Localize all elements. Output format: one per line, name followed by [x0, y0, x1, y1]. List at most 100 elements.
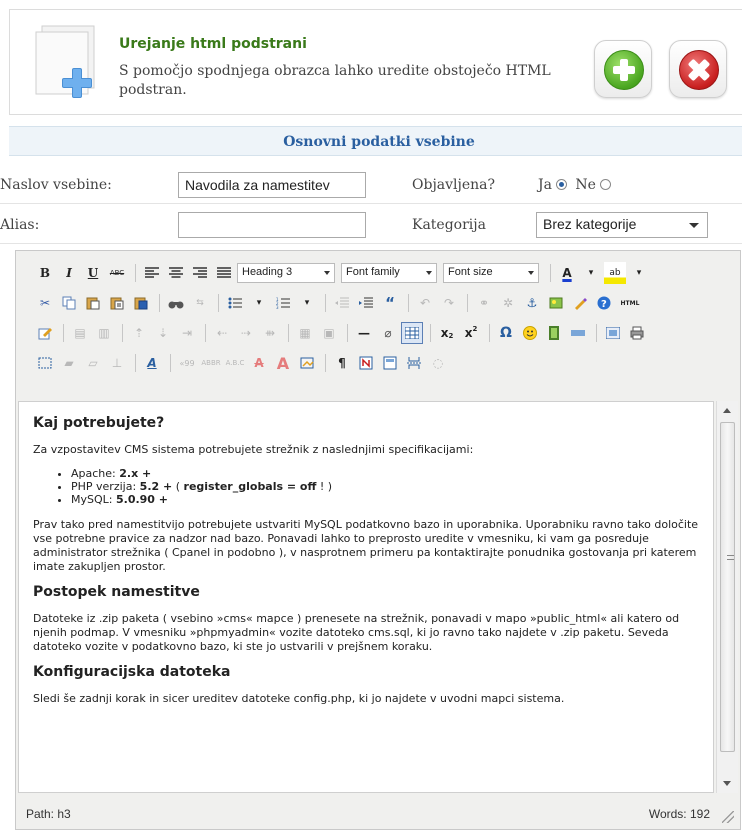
scroll-down-icon[interactable] — [723, 781, 731, 786]
delete-row-icon[interactable]: ⇥ — [176, 322, 198, 344]
attributes-icon[interactable] — [296, 352, 318, 374]
visual-aid-icon[interactable]: ◌ — [427, 352, 449, 374]
insert-layer-icon[interactable] — [34, 352, 56, 374]
superscript-icon[interactable]: x2 — [460, 322, 482, 344]
toolbar-separator — [347, 324, 348, 342]
remove-format-icon[interactable]: ⌀ — [377, 322, 399, 344]
bullet-list-icon[interactable] — [224, 292, 246, 314]
category-select[interactable]: Brez kategorije — [536, 212, 708, 238]
paste-icon[interactable] — [82, 292, 104, 314]
emoticon-icon[interactable] — [519, 322, 541, 344]
align-left-icon[interactable] — [141, 262, 163, 284]
media-icon[interactable] — [543, 322, 565, 344]
table-cell-props-icon[interactable]: ▥ — [93, 322, 115, 344]
html-source-button[interactable]: HTML — [617, 292, 643, 314]
element-path[interactable]: Path: h3 — [26, 807, 71, 821]
paste-text-icon[interactable] — [106, 292, 128, 314]
undo-icon[interactable]: ↶ — [414, 292, 436, 314]
add-button[interactable] — [594, 40, 652, 98]
anchor-icon[interactable]: ⚓ — [521, 292, 543, 314]
scroll-thumb[interactable] — [720, 422, 735, 752]
pagebreak-icon[interactable] — [403, 352, 425, 374]
unlink-icon[interactable]: ✲ — [497, 292, 519, 314]
special-char-icon[interactable]: Ω — [495, 322, 517, 344]
fullscreen-icon[interactable] — [602, 322, 624, 344]
list-item-value: 5.0.90 + — [115, 493, 169, 506]
form-row-title: Naslov vsebine: Objavljena? Ja Ne — [0, 166, 742, 204]
font-size-select[interactable]: Font size — [443, 263, 539, 283]
replace-icon[interactable]: ⇆ — [189, 292, 211, 314]
link-icon[interactable]: ⚭ — [473, 292, 495, 314]
align-center-icon[interactable] — [165, 262, 187, 284]
chevron-down-icon[interactable]: ▾ — [248, 292, 270, 314]
strikethrough-button[interactable]: ABC — [106, 262, 128, 284]
show-invisible-icon[interactable]: ¶ — [331, 352, 353, 374]
list-item: MySQL: 5.0.90 + — [71, 493, 699, 506]
chevron-down-icon[interactable]: ▾ — [296, 292, 318, 314]
redo-icon[interactable]: ↷ — [438, 292, 460, 314]
toolbar-separator — [159, 294, 160, 312]
find-icon[interactable] — [165, 292, 187, 314]
close-button[interactable] — [669, 40, 727, 98]
list-item: PHP verzija: 5.2 + ( register_globals = … — [71, 480, 699, 493]
insert-row-after-icon[interactable]: ⇣ — [152, 322, 174, 344]
editor-scrollbar[interactable] — [716, 401, 738, 793]
insert-col-after-icon[interactable]: ⇢ — [235, 322, 257, 344]
grip-icon — [727, 555, 734, 560]
abbr-icon[interactable]: ABBR — [200, 352, 222, 374]
font-family-select[interactable]: Font family — [341, 263, 437, 283]
toolbar-row-3: ▤ ▥ ⇡ ⇣ ⇥ ⇠ ⇢ ⇻ ▦ ▣ — ⌀ x2 x2 Ω — [34, 321, 650, 345]
indent-icon[interactable] — [355, 292, 377, 314]
deletion-icon[interactable]: A — [248, 352, 270, 374]
insert-row-before-icon[interactable]: ⇡ — [128, 322, 150, 344]
image-icon[interactable] — [545, 292, 567, 314]
align-right-icon[interactable] — [189, 262, 211, 284]
chevron-down-icon[interactable]: ▾ — [628, 262, 650, 284]
scroll-up-icon[interactable] — [723, 408, 731, 413]
highlight-color-icon[interactable]: ab — [604, 262, 626, 284]
table-row-props-icon[interactable]: ▤ — [69, 322, 91, 344]
block-format-select[interactable]: Heading 3 — [237, 263, 335, 283]
delete-col-icon[interactable]: ⇻ — [259, 322, 281, 344]
numbered-list-icon[interactable]: 123 — [272, 292, 294, 314]
copy-icon[interactable] — [58, 292, 80, 314]
nonbreaking-icon[interactable] — [355, 352, 377, 374]
paste-word-icon[interactable] — [130, 292, 152, 314]
absolute-position-icon[interactable]: ⊥ — [106, 352, 128, 374]
resize-handle-icon[interactable] — [722, 811, 734, 823]
chevron-down-icon[interactable]: ▾ — [580, 262, 602, 284]
italic-button[interactable]: I — [58, 262, 80, 284]
radio-yes[interactable] — [555, 178, 567, 190]
published-radio-group: Ja Ne — [538, 166, 615, 204]
outdent-icon[interactable] — [331, 292, 353, 314]
underline-button[interactable]: U — [82, 262, 104, 284]
cleanup-icon[interactable] — [569, 292, 591, 314]
edit-icon[interactable] — [34, 322, 56, 344]
align-justify-icon[interactable] — [213, 262, 235, 284]
template-icon[interactable] — [379, 352, 401, 374]
acronym-icon[interactable]: A.B.C — [224, 352, 246, 374]
insertion-icon[interactable]: A — [272, 352, 294, 374]
help-icon[interactable]: ? — [593, 292, 615, 314]
horizontal-rule-icon[interactable]: — — [353, 322, 375, 344]
radio-no[interactable] — [599, 178, 611, 190]
merge-cells-icon[interactable]: ▣ — [318, 322, 340, 344]
editor-content[interactable]: Kaj potrebujete? Za vzpostavitev CMS sis… — [18, 401, 714, 793]
move-backward-icon[interactable]: ▱ — [82, 352, 104, 374]
list-item-note-bold: register_globals = off — [183, 480, 317, 493]
table-icon[interactable] — [401, 322, 423, 344]
bold-button[interactable]: B — [34, 262, 56, 284]
page-break-icon[interactable] — [567, 322, 589, 344]
blockquote-icon[interactable]: “ — [379, 292, 401, 314]
cite-icon[interactable]: «99 — [176, 352, 198, 374]
alias-input[interactable] — [178, 212, 366, 238]
text-color-icon[interactable]: A — [556, 262, 578, 284]
styles-icon[interactable]: A — [141, 352, 163, 374]
cut-icon[interactable]: ✂ — [34, 292, 56, 314]
insert-col-before-icon[interactable]: ⇠ — [211, 322, 233, 344]
split-cells-icon[interactable]: ▦ — [294, 322, 316, 344]
subscript-icon[interactable]: x2 — [436, 322, 458, 344]
title-input[interactable] — [178, 172, 366, 198]
move-forward-icon[interactable]: ▰ — [58, 352, 80, 374]
print-icon[interactable] — [626, 322, 648, 344]
